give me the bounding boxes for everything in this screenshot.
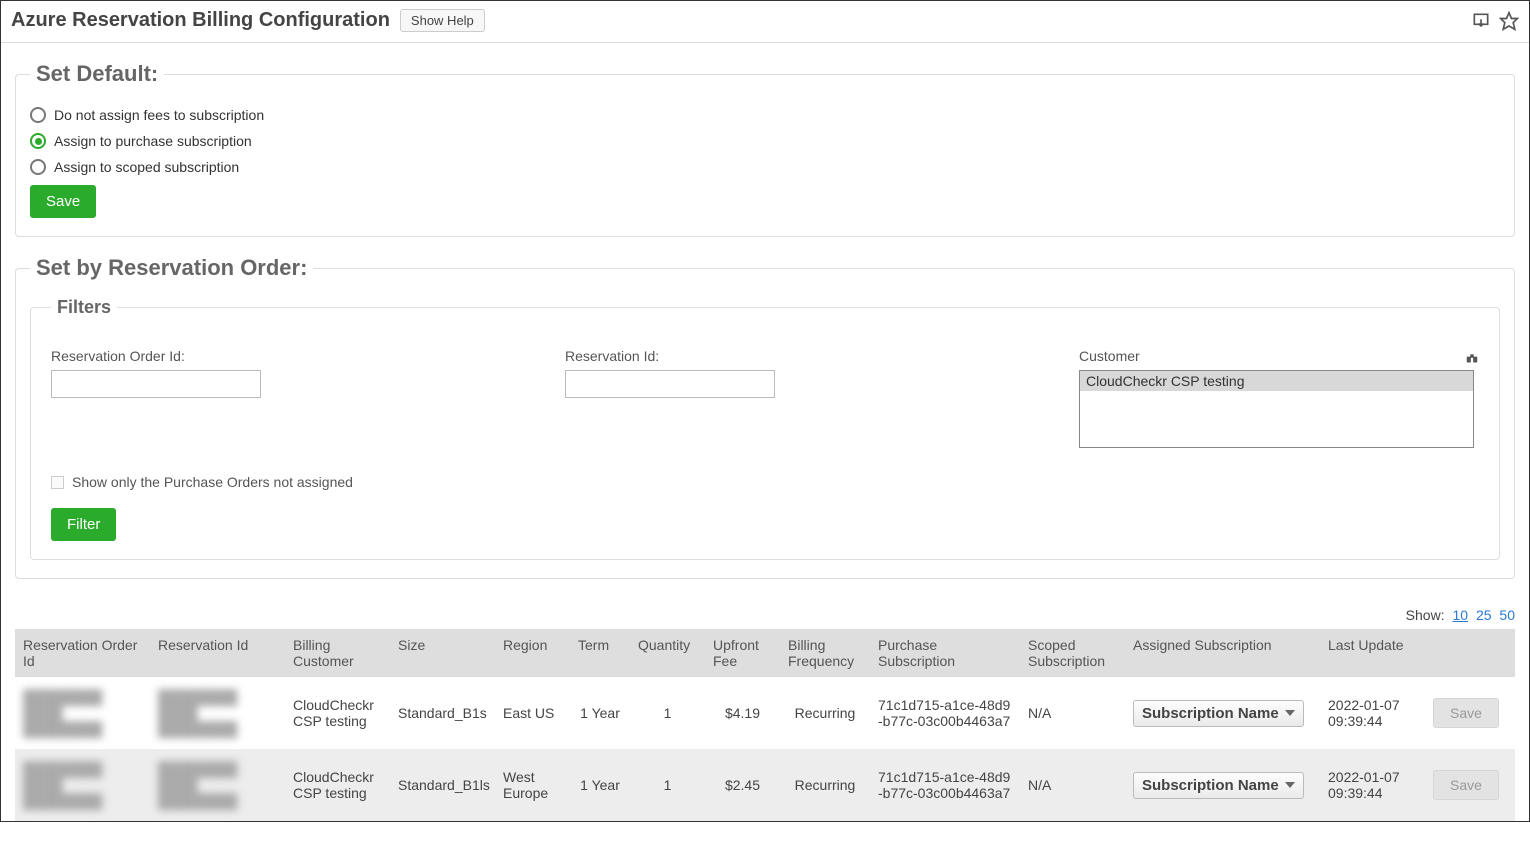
radio-assign-purchase[interactable]: Assign to purchase subscription	[30, 133, 1500, 149]
page-size-25[interactable]: 25	[1476, 607, 1492, 623]
col-scoped-subscription[interactable]: Scoped Subscription	[1020, 629, 1125, 677]
filter-button[interactable]: Filter	[51, 508, 116, 541]
cell-size: Standard_B1s	[390, 677, 495, 749]
chevron-down-icon	[1285, 710, 1295, 716]
cell-term: 1 Year	[570, 749, 630, 821]
cell-actions: Save	[1425, 677, 1515, 749]
cell-reservation-id: ████████ ████ ████████	[150, 749, 285, 821]
page-size-50[interactable]: 50	[1499, 607, 1515, 623]
cell-size: Standard_B1ls	[390, 749, 495, 821]
assigned-subscription-dropdown[interactable]: Subscription Name	[1133, 772, 1304, 799]
row-save-button[interactable]: Save	[1433, 770, 1499, 800]
radio-do-not-assign[interactable]: Do not assign fees to subscription	[30, 107, 1500, 123]
col-reservation-id[interactable]: Reservation Id	[150, 629, 285, 677]
set-default-fieldset: Set Default: Do not assign fees to subsc…	[15, 61, 1515, 237]
cell-quantity: 1	[630, 749, 705, 821]
show-only-unassigned-checkbox[interactable]	[51, 476, 64, 489]
cell-region: West Europe	[495, 749, 570, 821]
cell-billing-frequency: Recurring	[780, 749, 870, 821]
cell-billing-customer: CloudCheckr CSP testing	[285, 677, 390, 749]
col-region[interactable]: Region	[495, 629, 570, 677]
table-row: ████████ ████ ████████████████ ████ ████…	[15, 749, 1515, 821]
col-last-update[interactable]: Last Update	[1320, 629, 1425, 677]
cell-reservation-id: ████████ ████ ████████	[150, 677, 285, 749]
col-purchase-subscription[interactable]: Purchase Subscription	[870, 629, 1020, 677]
col-quantity[interactable]: Quantity	[630, 629, 705, 677]
star-icon[interactable]	[1499, 11, 1519, 31]
page-title: Azure Reservation Billing Configuration	[11, 9, 390, 32]
cell-upfront-fee: $2.45	[705, 749, 780, 821]
cell-upfront-fee: $4.19	[705, 677, 780, 749]
radio-icon	[30, 133, 46, 149]
reservation-order-id-label: Reservation Order Id:	[51, 348, 525, 364]
cell-purchase-subscription: 71c1d715-a1ce-48d9-b77c-03c00b4463a7	[870, 749, 1020, 821]
cell-scoped-subscription: N/A	[1020, 677, 1125, 749]
col-assigned-subscription[interactable]: Assigned Subscription	[1125, 629, 1320, 677]
set-default-legend: Set Default:	[30, 61, 164, 87]
col-upfront-fee[interactable]: Upfront Fee	[705, 629, 780, 677]
cell-billing-frequency: Recurring	[780, 677, 870, 749]
cell-reservation-order-id: ████████ ████ ████████	[15, 749, 150, 821]
col-reservation-order-id[interactable]: Reservation Order Id	[15, 629, 150, 677]
filters-fieldset: Filters Reservation Order Id: Reservatio…	[30, 297, 1500, 560]
row-save-button[interactable]: Save	[1433, 698, 1499, 728]
col-term[interactable]: Term	[570, 629, 630, 677]
reservation-id-label: Reservation Id:	[565, 348, 1039, 364]
cell-quantity: 1	[630, 677, 705, 749]
cell-last-update: 2022-01-07 09:39:44	[1320, 677, 1425, 749]
reservation-order-id-input[interactable]	[51, 370, 261, 398]
radio-label: Assign to scoped subscription	[54, 159, 239, 175]
page-size-10[interactable]: 10	[1452, 607, 1468, 623]
set-by-order-legend: Set by Reservation Order:	[30, 255, 313, 281]
customer-option[interactable]: CloudCheckr CSP testing	[1080, 371, 1473, 391]
cell-purchase-subscription: 71c1d715-a1ce-48d9-b77c-03c00b4463a7	[870, 677, 1020, 749]
radio-assign-scoped[interactable]: Assign to scoped subscription	[30, 159, 1500, 175]
show-label: Show:	[1406, 607, 1445, 623]
col-size[interactable]: Size	[390, 629, 495, 677]
reservation-id-input[interactable]	[565, 370, 775, 398]
col-actions	[1425, 629, 1515, 677]
download-icon[interactable]	[1471, 11, 1491, 31]
cell-region: East US	[495, 677, 570, 749]
col-billing-customer[interactable]: Billing Customer	[285, 629, 390, 677]
table-row: ████████ ████ ████████████████ ████ ████…	[15, 677, 1515, 749]
cell-assigned-subscription: Subscription Name	[1125, 749, 1320, 821]
cell-reservation-order-id: ████████ ████ ████████	[15, 677, 150, 749]
radio-label: Do not assign fees to subscription	[54, 107, 264, 123]
set-by-order-fieldset: Set by Reservation Order: Filters Reserv…	[15, 255, 1515, 579]
cell-assigned-subscription: Subscription Name	[1125, 677, 1320, 749]
binoculars-icon[interactable]	[1465, 352, 1479, 366]
reservation-table: Reservation Order Id Reservation Id Bill…	[15, 629, 1515, 821]
cell-term: 1 Year	[570, 677, 630, 749]
assigned-subscription-dropdown[interactable]: Subscription Name	[1133, 700, 1304, 727]
col-billing-frequency[interactable]: Billing Frequency	[780, 629, 870, 677]
customer-label: Customer	[1079, 348, 1140, 364]
radio-icon	[30, 159, 46, 175]
radio-label: Assign to purchase subscription	[54, 133, 252, 149]
radio-icon	[30, 107, 46, 123]
show-only-unassigned-label: Show only the Purchase Orders not assign…	[72, 474, 353, 490]
chevron-down-icon	[1285, 782, 1295, 788]
cell-billing-customer: CloudCheckr CSP testing	[285, 749, 390, 821]
save-default-button[interactable]: Save	[30, 185, 96, 218]
show-help-button[interactable]: Show Help	[400, 9, 485, 32]
cell-last-update: 2022-01-07 09:39:44	[1320, 749, 1425, 821]
customer-select[interactable]: CloudCheckr CSP testing	[1079, 370, 1474, 448]
table-header-row: Reservation Order Id Reservation Id Bill…	[15, 629, 1515, 677]
cell-actions: Save	[1425, 749, 1515, 821]
filters-legend: Filters	[51, 297, 117, 318]
cell-scoped-subscription: N/A	[1020, 749, 1125, 821]
